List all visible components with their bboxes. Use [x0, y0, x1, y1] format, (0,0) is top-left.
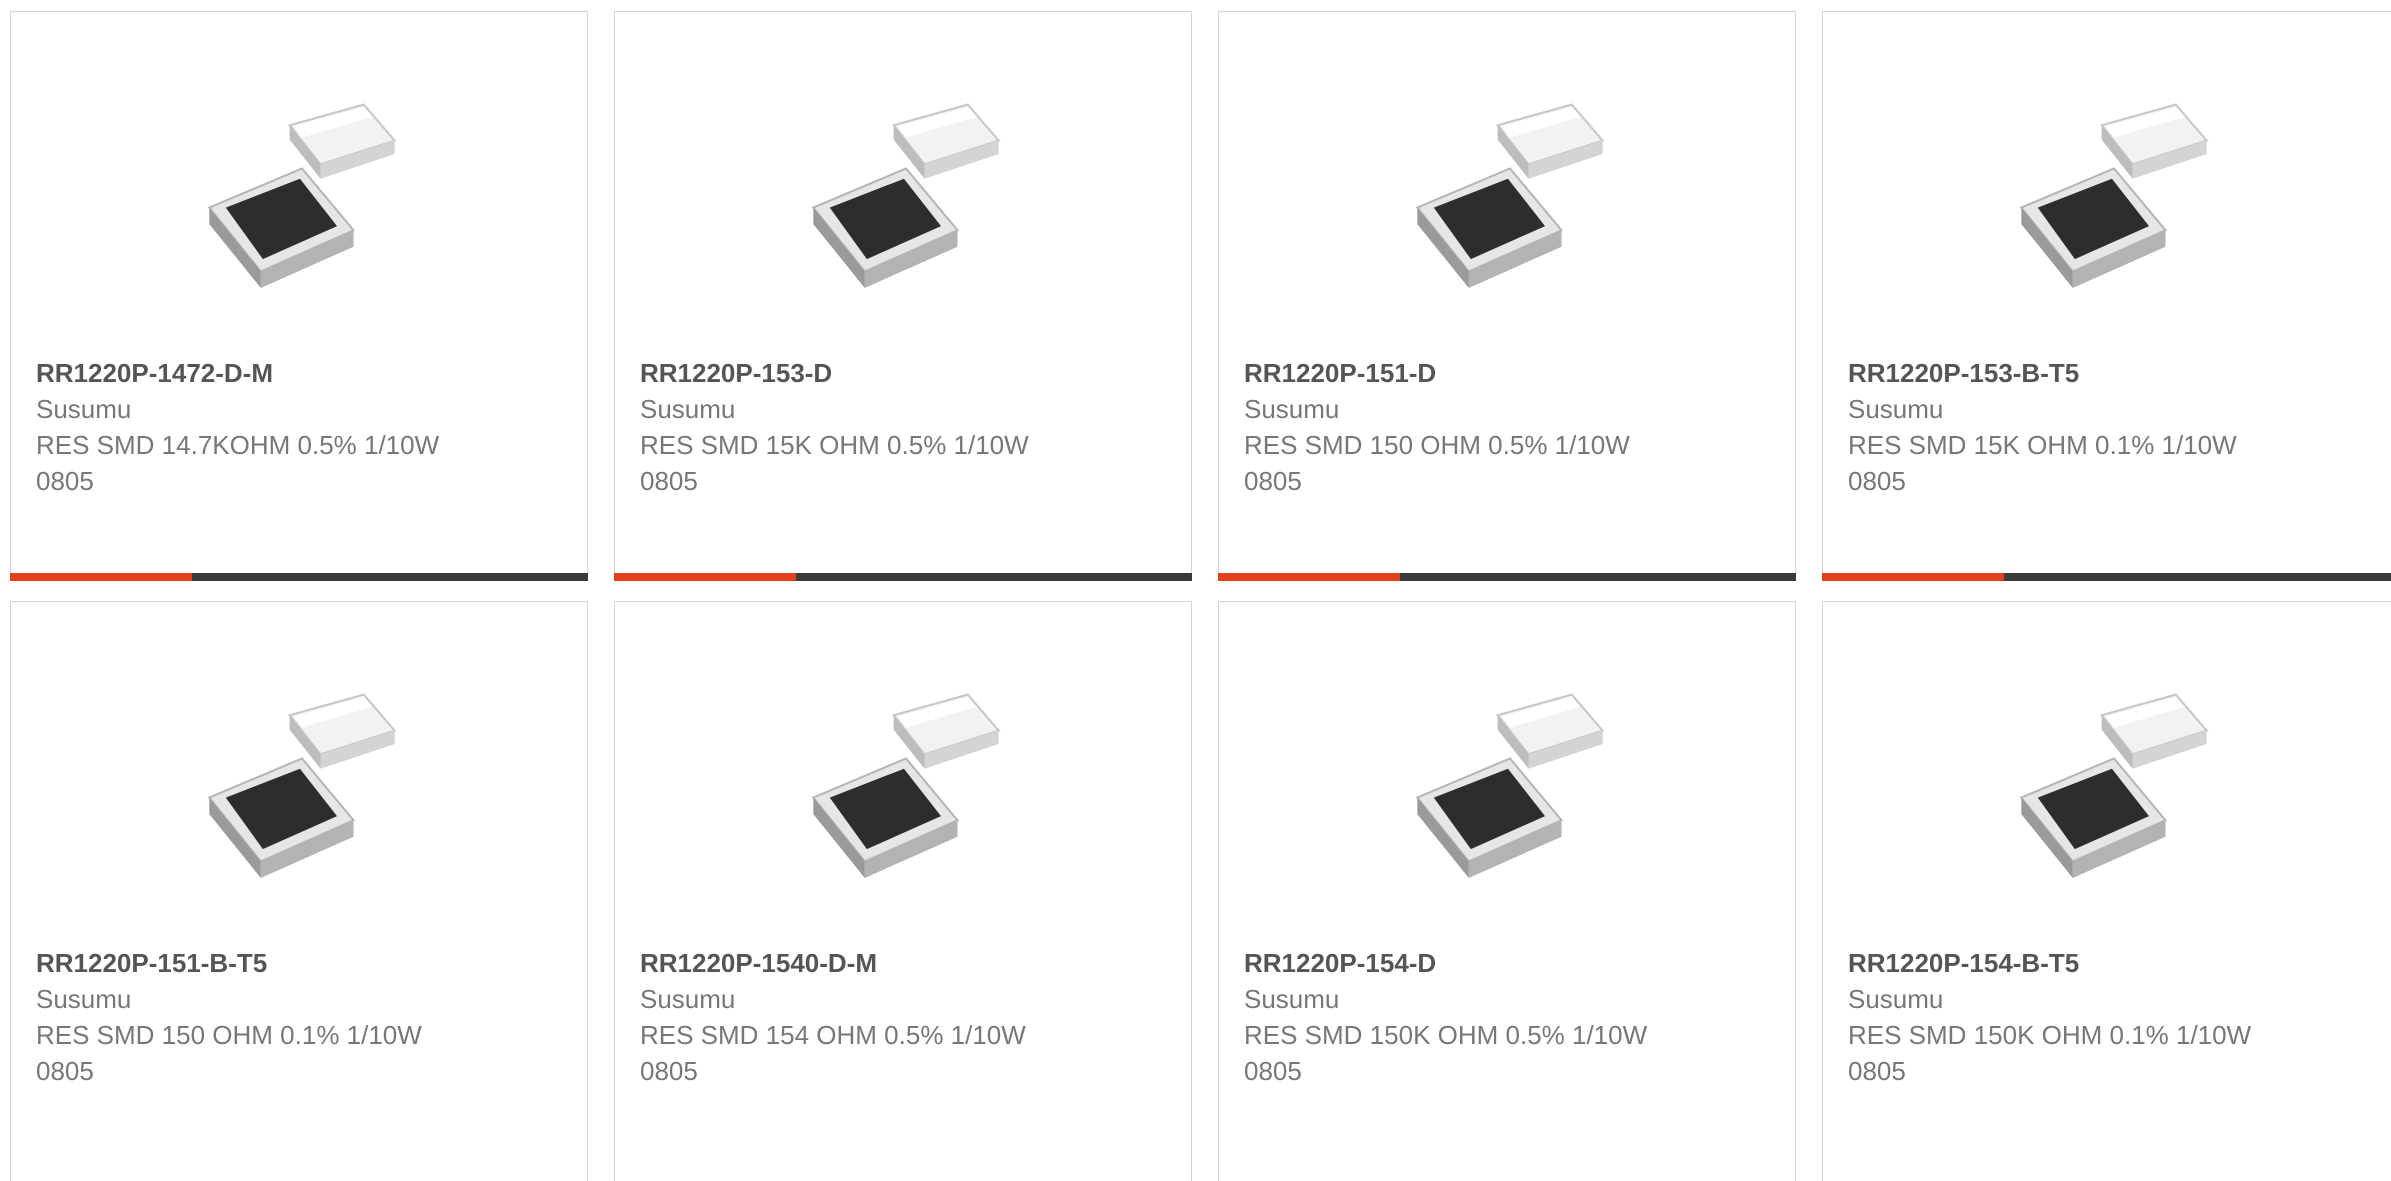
- product-card[interactable]: RR1220P-153-D Susumu RES SMD 15K OHM 0.5…: [614, 11, 1192, 581]
- product-image[interactable]: [1407, 84, 1613, 290]
- product-description: RES SMD 154 OHM 0.5% 1/10W 0805: [640, 1017, 1070, 1089]
- product-info: RR1220P-153-B-T5 Susumu RES SMD 15K OHM …: [1848, 355, 2278, 499]
- manufacturer: Susumu: [1848, 981, 2278, 1017]
- product-info: RR1220P-153-D Susumu RES SMD 15K OHM 0.5…: [640, 355, 1070, 499]
- manufacturer: Susumu: [1244, 981, 1674, 1017]
- card-progress-bar: [614, 573, 1192, 581]
- product-description: RES SMD 150K OHM 0.5% 1/10W 0805: [1244, 1017, 1674, 1089]
- card-progress-fill: [1218, 573, 1400, 581]
- product-info: RR1220P-1472-D-M Susumu RES SMD 14.7KOHM…: [36, 355, 466, 499]
- product-card[interactable]: RR1220P-153-B-T5 Susumu RES SMD 15K OHM …: [1822, 11, 2391, 581]
- product-image[interactable]: [803, 84, 1009, 290]
- manufacturer: Susumu: [640, 391, 1070, 427]
- card-progress-fill: [1822, 573, 2004, 581]
- product-card[interactable]: RR1220P-151-B-T5 Susumu RES SMD 150 OHM …: [10, 601, 588, 1181]
- product-info: RR1220P-154-B-T5 Susumu RES SMD 150K OHM…: [1848, 945, 2278, 1089]
- manufacturer: Susumu: [1244, 391, 1674, 427]
- product-card[interactable]: RR1220P-154-B-T5 Susumu RES SMD 150K OHM…: [1822, 601, 2391, 1181]
- product-card[interactable]: RR1220P-1472-D-M Susumu RES SMD 14.7KOHM…: [10, 11, 588, 581]
- manufacturer: Susumu: [36, 391, 466, 427]
- product-description: RES SMD 150 OHM 0.5% 1/10W 0805: [1244, 427, 1674, 499]
- part-number[interactable]: RR1220P-1472-D-M: [36, 355, 466, 391]
- product-image[interactable]: [803, 674, 1009, 880]
- product-info: RR1220P-151-B-T5 Susumu RES SMD 150 OHM …: [36, 945, 466, 1089]
- product-image[interactable]: [199, 84, 405, 290]
- product-card[interactable]: RR1220P-1540-D-M Susumu RES SMD 154 OHM …: [614, 601, 1192, 1181]
- card-progress-bar: [1822, 573, 2391, 581]
- product-description: RES SMD 150K OHM 0.1% 1/10W 0805: [1848, 1017, 2278, 1089]
- product-info: RR1220P-151-D Susumu RES SMD 150 OHM 0.5…: [1244, 355, 1674, 499]
- product-description: RES SMD 14.7KOHM 0.5% 1/10W 0805: [36, 427, 466, 499]
- manufacturer: Susumu: [640, 981, 1070, 1017]
- card-progress-bar: [1218, 573, 1796, 581]
- product-info: RR1220P-1540-D-M Susumu RES SMD 154 OHM …: [640, 945, 1070, 1089]
- product-description: RES SMD 15K OHM 0.1% 1/10W 0805: [1848, 427, 2278, 499]
- product-image[interactable]: [2011, 674, 2217, 880]
- part-number[interactable]: RR1220P-151-D: [1244, 355, 1674, 391]
- product-description: RES SMD 15K OHM 0.5% 1/10W 0805: [640, 427, 1070, 499]
- product-image[interactable]: [199, 674, 405, 880]
- part-number[interactable]: RR1220P-154-B-T5: [1848, 945, 2278, 981]
- product-image[interactable]: [2011, 84, 2217, 290]
- part-number[interactable]: RR1220P-1540-D-M: [640, 945, 1070, 981]
- card-progress-bar: [10, 573, 588, 581]
- card-progress-fill: [614, 573, 796, 581]
- product-grid: RR1220P-1472-D-M Susumu RES SMD 14.7KOHM…: [0, 0, 2391, 1161]
- product-card[interactable]: RR1220P-154-D Susumu RES SMD 150K OHM 0.…: [1218, 601, 1796, 1181]
- part-number[interactable]: RR1220P-151-B-T5: [36, 945, 466, 981]
- manufacturer: Susumu: [1848, 391, 2278, 427]
- product-description: RES SMD 150 OHM 0.1% 1/10W 0805: [36, 1017, 466, 1089]
- product-card[interactable]: RR1220P-151-D Susumu RES SMD 150 OHM 0.5…: [1218, 11, 1796, 581]
- card-progress-fill: [10, 573, 192, 581]
- part-number[interactable]: RR1220P-153-B-T5: [1848, 355, 2278, 391]
- product-image[interactable]: [1407, 674, 1613, 880]
- product-info: RR1220P-154-D Susumu RES SMD 150K OHM 0.…: [1244, 945, 1674, 1089]
- manufacturer: Susumu: [36, 981, 466, 1017]
- part-number[interactable]: RR1220P-153-D: [640, 355, 1070, 391]
- part-number[interactable]: RR1220P-154-D: [1244, 945, 1674, 981]
